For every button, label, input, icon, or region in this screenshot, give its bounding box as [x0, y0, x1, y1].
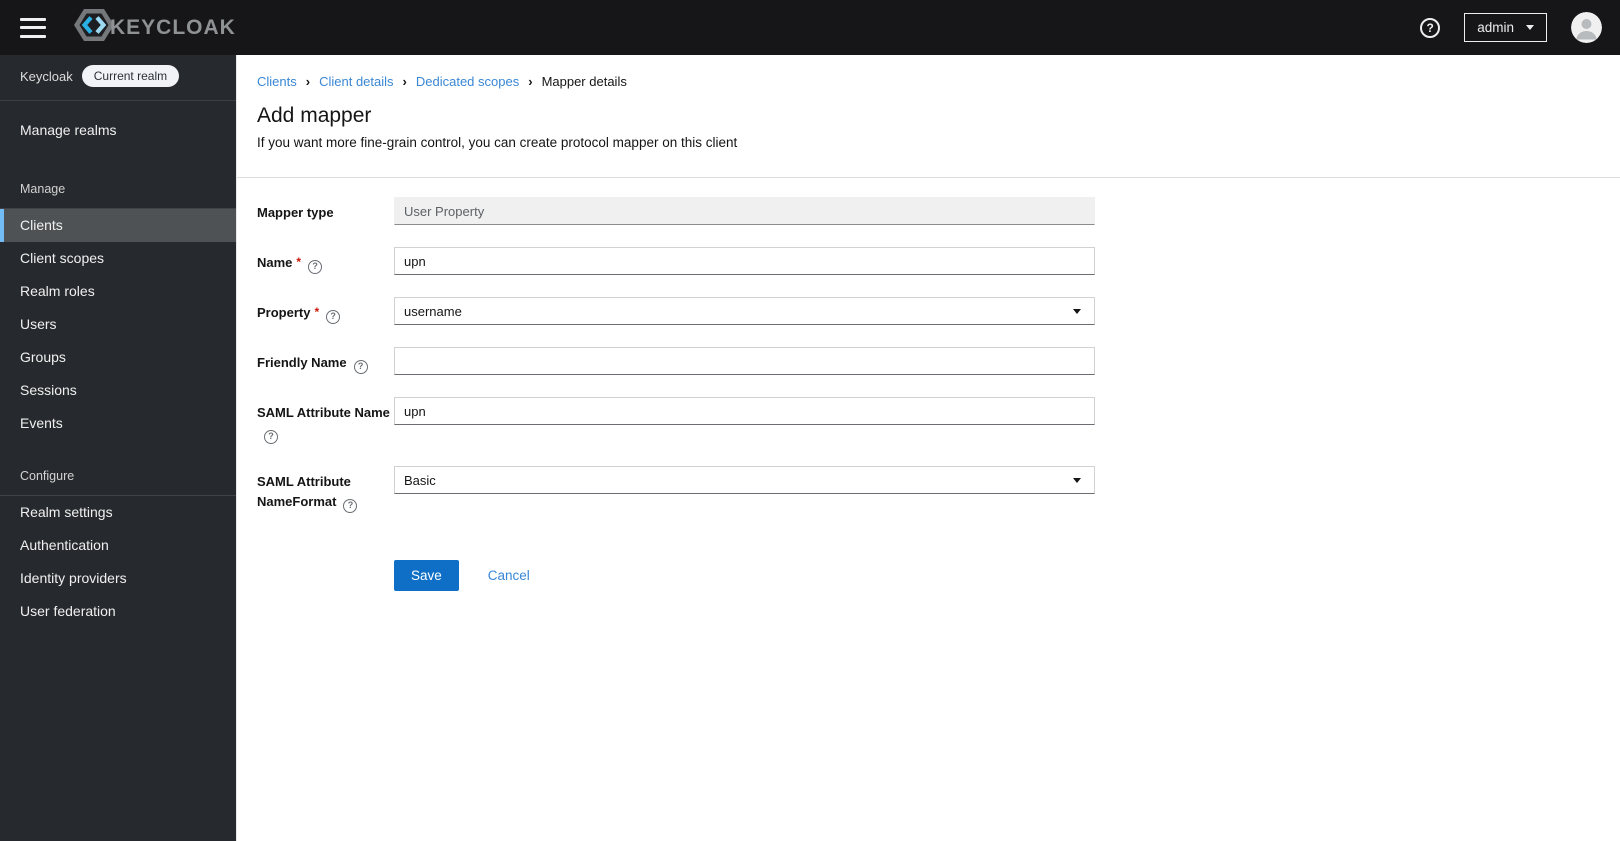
user-menu-label: admin	[1477, 20, 1514, 35]
breadcrumb-link-clients[interactable]: Clients	[257, 74, 297, 89]
page-title: Add mapper	[257, 104, 372, 127]
sidebar-section-configure: Configure Realm settings Authentication …	[0, 469, 236, 628]
field-label-group: Mapper type	[257, 197, 394, 223]
top-bar: KEYCLOAK ? admin	[0, 0, 1620, 55]
realm-selector[interactable]: Keycloak Current realm	[0, 55, 236, 101]
help-icon[interactable]: ?	[326, 309, 341, 324]
sidebar-section-manage: Manage Clients Client scopes Realm roles…	[0, 182, 236, 440]
brand-text: KEYCLOAK	[110, 15, 236, 39]
required-indicator: *	[314, 305, 320, 319]
friendly-name-input[interactable]	[394, 347, 1095, 375]
form-row-mapper-type: Mapper type	[257, 197, 1600, 225]
user-menu-dropdown[interactable]: admin	[1464, 13, 1547, 42]
help-icon[interactable]: ?	[308, 259, 323, 274]
breadcrumb-link-dedicated-scopes[interactable]: Dedicated scopes	[416, 74, 519, 89]
chevron-right-icon: ›	[305, 74, 311, 89]
nameformat-selected-value: Basic	[404, 472, 436, 488]
chevron-right-icon: ›	[528, 74, 533, 89]
form-row-friendly-name: Friendly Name?	[257, 347, 1600, 375]
mapper-type-input	[394, 197, 1095, 225]
field-label-group: SAML Attribute NameFormat?	[257, 466, 394, 514]
help-icon[interactable]: ?	[1420, 17, 1441, 38]
save-button[interactable]: Save	[394, 560, 459, 592]
add-mapper-form: Mapper type Name*? Property*? username	[237, 178, 1620, 610]
sidebar-item-identity-providers[interactable]: Identity providers	[0, 562, 236, 595]
top-bar-right: ? admin	[1420, 12, 1602, 43]
help-icon[interactable]: ?	[264, 430, 278, 445]
top-bar-left: KEYCLOAK	[16, 5, 236, 50]
sidebar: Keycloak Current realm Manage realms Man…	[0, 55, 236, 841]
form-actions: Save Cancel	[394, 560, 1600, 592]
field-label-group: Name *?	[257, 247, 394, 274]
hamburger-menu-icon[interactable]	[20, 17, 46, 38]
name-label: Name	[257, 255, 293, 270]
saml-attribute-nameformat-label: SAML Attribute NameFormat	[257, 474, 351, 510]
sidebar-item-realm-roles[interactable]: Realm roles	[0, 275, 236, 308]
sidebar-item-manage-realms[interactable]: Manage realms	[0, 108, 236, 153]
realm-name: Keycloak	[20, 68, 73, 84]
sidebar-item-events[interactable]: Events	[0, 407, 236, 440]
sidebar-item-user-federation[interactable]: User federation	[0, 595, 236, 628]
saml-attribute-nameformat-select[interactable]: Basic	[394, 466, 1095, 495]
property-select[interactable]: username	[394, 297, 1095, 325]
current-realm-badge: Current realm	[81, 65, 180, 87]
field-label-group: Property *?	[257, 297, 394, 324]
sidebar-item-clients[interactable]: Clients	[0, 209, 236, 242]
property-label: Property	[257, 305, 311, 320]
form-row-saml-attribute-nameformat: SAML Attribute NameFormat? Basic	[257, 466, 1600, 514]
form-row-saml-attribute-name: SAML Attribute Name?	[257, 397, 1600, 445]
section-title-manage: Manage	[0, 182, 236, 209]
required-indicator: *	[296, 255, 302, 269]
caret-down-icon	[1526, 25, 1534, 30]
sidebar-item-client-scopes[interactable]: Client scopes	[0, 242, 236, 275]
help-icon[interactable]: ?	[353, 359, 368, 374]
sidebar-item-users[interactable]: Users	[0, 308, 236, 341]
breadcrumb: Clients › Client details › Dedicated sco…	[257, 74, 1600, 89]
name-input[interactable]	[394, 247, 1095, 275]
field-label-group: Friendly Name?	[257, 347, 394, 374]
sidebar-item-authentication[interactable]: Authentication	[0, 529, 236, 562]
caret-down-icon	[1073, 477, 1081, 483]
page-header: Clients › Client details › Dedicated sco…	[237, 55, 1620, 178]
avatar[interactable]	[1571, 12, 1602, 43]
section-title-configure: Configure	[0, 469, 236, 496]
keycloak-logo: KEYCLOAK	[72, 5, 236, 50]
breadcrumb-link-client-details[interactable]: Client details	[319, 74, 393, 89]
property-selected-value: username	[404, 303, 462, 319]
form-row-name: Name *?	[257, 247, 1600, 275]
saml-attribute-name-label: SAML Attribute Name	[257, 405, 390, 420]
form-row-property: Property *? username	[257, 297, 1600, 325]
sidebar-item-realm-settings[interactable]: Realm settings	[0, 496, 236, 529]
sidebar-item-sessions[interactable]: Sessions	[0, 374, 236, 407]
field-label-group: SAML Attribute Name?	[257, 397, 394, 445]
main-content: Clients › Client details › Dedicated sco…	[236, 55, 1620, 841]
caret-down-icon	[1073, 308, 1081, 314]
help-icon[interactable]: ?	[343, 499, 358, 514]
friendly-name-label: Friendly Name	[257, 355, 347, 370]
mapper-type-label: Mapper type	[257, 205, 334, 220]
sidebar-item-groups[interactable]: Groups	[0, 341, 236, 374]
breadcrumb-current-mapper-details: Mapper details	[541, 74, 627, 89]
chevron-right-icon: ›	[402, 74, 407, 89]
saml-attribute-name-input[interactable]	[394, 397, 1095, 425]
page-subtitle: If you want more fine-grain control, you…	[257, 135, 738, 150]
cancel-link[interactable]: Cancel	[488, 568, 530, 583]
